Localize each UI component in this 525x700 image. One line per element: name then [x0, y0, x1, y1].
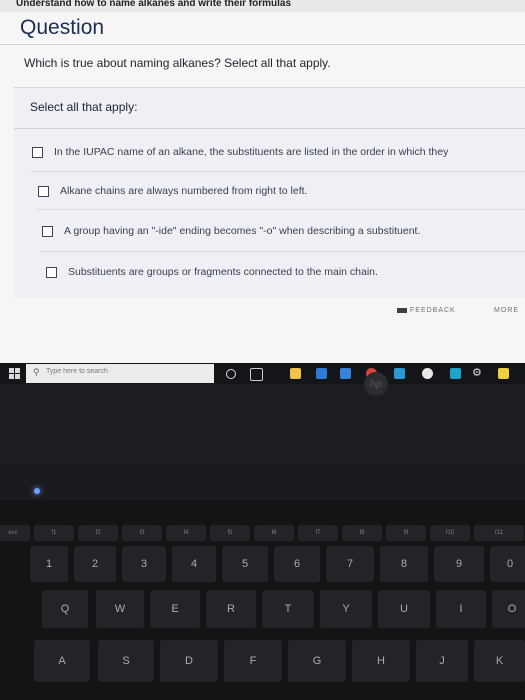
key-f2: f2 [78, 525, 118, 541]
key-2: 2 [74, 546, 116, 582]
more-button[interactable]: MORE [494, 307, 519, 314]
key-f6: f6 [254, 525, 294, 541]
key-f10: f10 [430, 525, 470, 541]
search-icon: ⚲ [33, 367, 40, 377]
key-o: O [492, 590, 525, 628]
header-divider [0, 44, 525, 45]
page-header: Understand how to name alkanes and write… [16, 0, 292, 9]
cortana-icon[interactable] [226, 369, 236, 379]
feedback-icon [397, 308, 407, 313]
key-7: 7 [326, 546, 374, 582]
option-label: A group having an "-ide" ending becomes … [64, 225, 421, 237]
option-divider [40, 251, 525, 252]
sticky-notes-icon[interactable] [498, 368, 509, 379]
key-t: T [262, 590, 314, 628]
key-0: 0 [490, 546, 525, 582]
select-all-label: Select all that apply: [30, 100, 138, 114]
key-k: K [474, 640, 525, 682]
store-icon[interactable] [340, 368, 351, 379]
question-title: Question [20, 16, 105, 39]
laptop-bezel [0, 384, 525, 464]
edge-icon[interactable] [316, 368, 327, 379]
key-1: 1 [30, 546, 68, 582]
option-label: Substituents are groups or fragments con… [68, 266, 378, 278]
key-f: F [224, 640, 282, 682]
app-icon[interactable] [422, 368, 433, 379]
key-i: I [436, 590, 486, 628]
key-r: R [206, 590, 256, 628]
key-5: 5 [222, 546, 268, 582]
key-f8: f8 [342, 525, 382, 541]
checkbox-option-3[interactable] [42, 225, 53, 237]
key-3: 3 [122, 546, 166, 582]
laptop-keyboard: esc f1 f2 f3 f4 f5 f6 f7 f8 f9 f10 f11 1… [0, 500, 525, 700]
key-q: Q [42, 590, 88, 628]
key-4: 4 [172, 546, 216, 582]
question-prompt: Which is true about naming alkanes? Sele… [24, 56, 331, 70]
answer-option-1[interactable]: In the IUPAC name of an alkane, the subs… [32, 142, 448, 162]
answer-option-2[interactable]: Alkane chains are always numbered from r… [38, 181, 307, 201]
key-f3: f3 [122, 525, 162, 541]
key-y: Y [320, 590, 372, 628]
option-divider [36, 209, 525, 210]
search-placeholder: Type here to search [46, 368, 108, 375]
key-6: 6 [274, 546, 320, 582]
feedback-label: FEEDBACK [410, 307, 456, 314]
option-divider [30, 171, 525, 172]
answer-option-4[interactable]: Substituents are groups or fragments con… [46, 262, 378, 282]
key-h: H [352, 640, 410, 682]
file-explorer-icon[interactable] [290, 368, 301, 379]
panel-divider [14, 128, 525, 129]
task-view-icon[interactable] [250, 368, 263, 381]
key-s: S [98, 640, 154, 682]
key-u: U [378, 590, 430, 628]
key-esc: esc [0, 525, 30, 541]
browser-screen: Understand how to name alkanes and write… [0, 0, 525, 363]
windows-start-icon[interactable] [9, 368, 21, 379]
key-f7: f7 [298, 525, 338, 541]
option-label: In the IUPAC name of an alkane, the subs… [54, 146, 449, 158]
key-f4: f4 [166, 525, 206, 541]
checkbox-option-1[interactable] [32, 146, 43, 158]
feedback-button[interactable]: FEEDBACK [397, 307, 456, 314]
key-8: 8 [380, 546, 428, 582]
key-f5: f5 [210, 525, 250, 541]
key-w: W [96, 590, 144, 628]
windows-taskbar: ⚲ Type here to search ⚙ [0, 363, 525, 384]
key-9: 9 [434, 546, 484, 582]
app-icon[interactable] [394, 368, 405, 379]
key-d: D [160, 640, 218, 682]
key-f1: f1 [34, 525, 74, 541]
key-g: G [288, 640, 346, 682]
power-indicator [34, 488, 40, 494]
option-label: Alkane chains are always numbered from r… [60, 185, 308, 197]
settings-icon[interactable]: ⚙ [472, 366, 483, 379]
hp-logo: hp [364, 372, 388, 396]
key-a: A [34, 640, 90, 682]
key-e: E [150, 590, 200, 628]
key-j: J [416, 640, 468, 682]
app-icon[interactable] [450, 368, 461, 379]
checkbox-option-4[interactable] [46, 266, 57, 278]
key-f9: f9 [386, 525, 426, 541]
answer-option-3[interactable]: A group having an "-ide" ending becomes … [42, 221, 420, 241]
checkbox-option-2[interactable] [38, 185, 49, 197]
key-f11: f11 [474, 525, 524, 541]
